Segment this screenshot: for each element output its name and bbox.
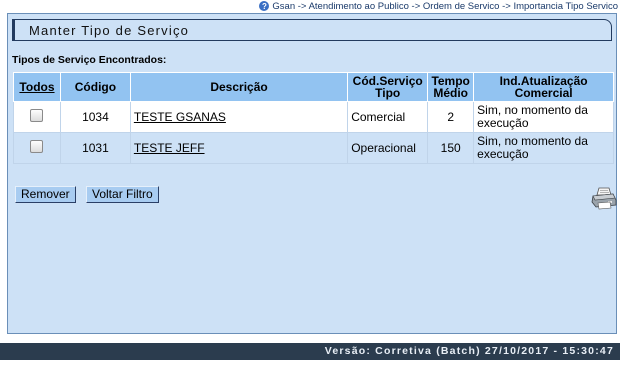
row-codigo: 1031 bbox=[59, 132, 131, 164]
main-panel: Manter Tipo de Serviço Tipos de Serviço … bbox=[7, 13, 617, 334]
row-tempo: 150 bbox=[427, 132, 475, 164]
printer-icon[interactable] bbox=[591, 186, 617, 210]
help-icon[interactable]: ? bbox=[259, 1, 270, 11]
row-checkbox[interactable] bbox=[30, 109, 44, 122]
voltar-filtro-button[interactable]: Voltar Filtro bbox=[86, 186, 159, 203]
row-checkbox[interactable] bbox=[30, 140, 44, 153]
row-checkbox-cell bbox=[13, 101, 61, 133]
header-ind-atualizacao: Ind.Atualização Comercial bbox=[473, 72, 614, 102]
table-row: 1031 TESTE JEFF Operacional 150 Sim, no … bbox=[13, 132, 614, 164]
row-tipo: Comercial bbox=[347, 101, 429, 133]
row-tipo: Operacional bbox=[347, 132, 429, 164]
breadcrumb: ? Gsan -> Atendimento ao Publico -> Orde… bbox=[259, 0, 618, 12]
header-codigo: Código bbox=[59, 72, 131, 102]
header-todos[interactable]: Todos bbox=[13, 72, 61, 102]
version-footer: Versão: Corretiva (Batch) 27/10/2017 - 1… bbox=[0, 343, 620, 360]
header-descricao: Descrição bbox=[129, 72, 349, 102]
row-descricao-link[interactable]: TESTE GSANAS bbox=[134, 110, 226, 124]
row-checkbox-cell bbox=[13, 132, 61, 164]
select-all-link[interactable]: Todos bbox=[19, 80, 54, 94]
row-descricao-link[interactable]: TESTE JEFF bbox=[134, 141, 205, 155]
row-descricao-cell: TESTE JEFF bbox=[129, 132, 349, 164]
header-ind-line2: Comercial bbox=[514, 86, 573, 100]
header-cod-servico-line2: Tipo bbox=[375, 86, 401, 100]
header-cod-servico: Cód.Serviço Tipo bbox=[347, 72, 429, 102]
row-ind: Sim, no momento da execução bbox=[473, 101, 614, 133]
row-ind: Sim, no momento da execução bbox=[473, 132, 614, 164]
breadcrumb-text: Gsan -> Atendimento ao Publico -> Ordem … bbox=[272, 0, 618, 12]
results-table: Todos Código Descrição Cód.Serviço Tipo … bbox=[13, 72, 614, 164]
row-tempo: 2 bbox=[427, 101, 475, 133]
table-header-row: Todos Código Descrição Cód.Serviço Tipo … bbox=[13, 72, 614, 102]
table-row: 1034 TESTE GSANAS Comercial 2 Sim, no mo… bbox=[13, 101, 614, 133]
row-codigo: 1034 bbox=[59, 101, 131, 133]
header-tempo-medio: Tempo Médio bbox=[427, 72, 475, 102]
remover-button[interactable]: Remover bbox=[15, 186, 76, 203]
results-label: Tipos de Serviço Encontrados: bbox=[12, 54, 167, 66]
panel-title-bar: Manter Tipo de Serviço bbox=[12, 19, 612, 41]
page-title: Manter Tipo de Serviço bbox=[29, 23, 190, 38]
version-text: Versão: Corretiva (Batch) 27/10/2017 - 1… bbox=[324, 345, 614, 357]
row-descricao-cell: TESTE GSANAS bbox=[129, 101, 349, 133]
header-tempo-line2: Médio bbox=[433, 86, 468, 100]
